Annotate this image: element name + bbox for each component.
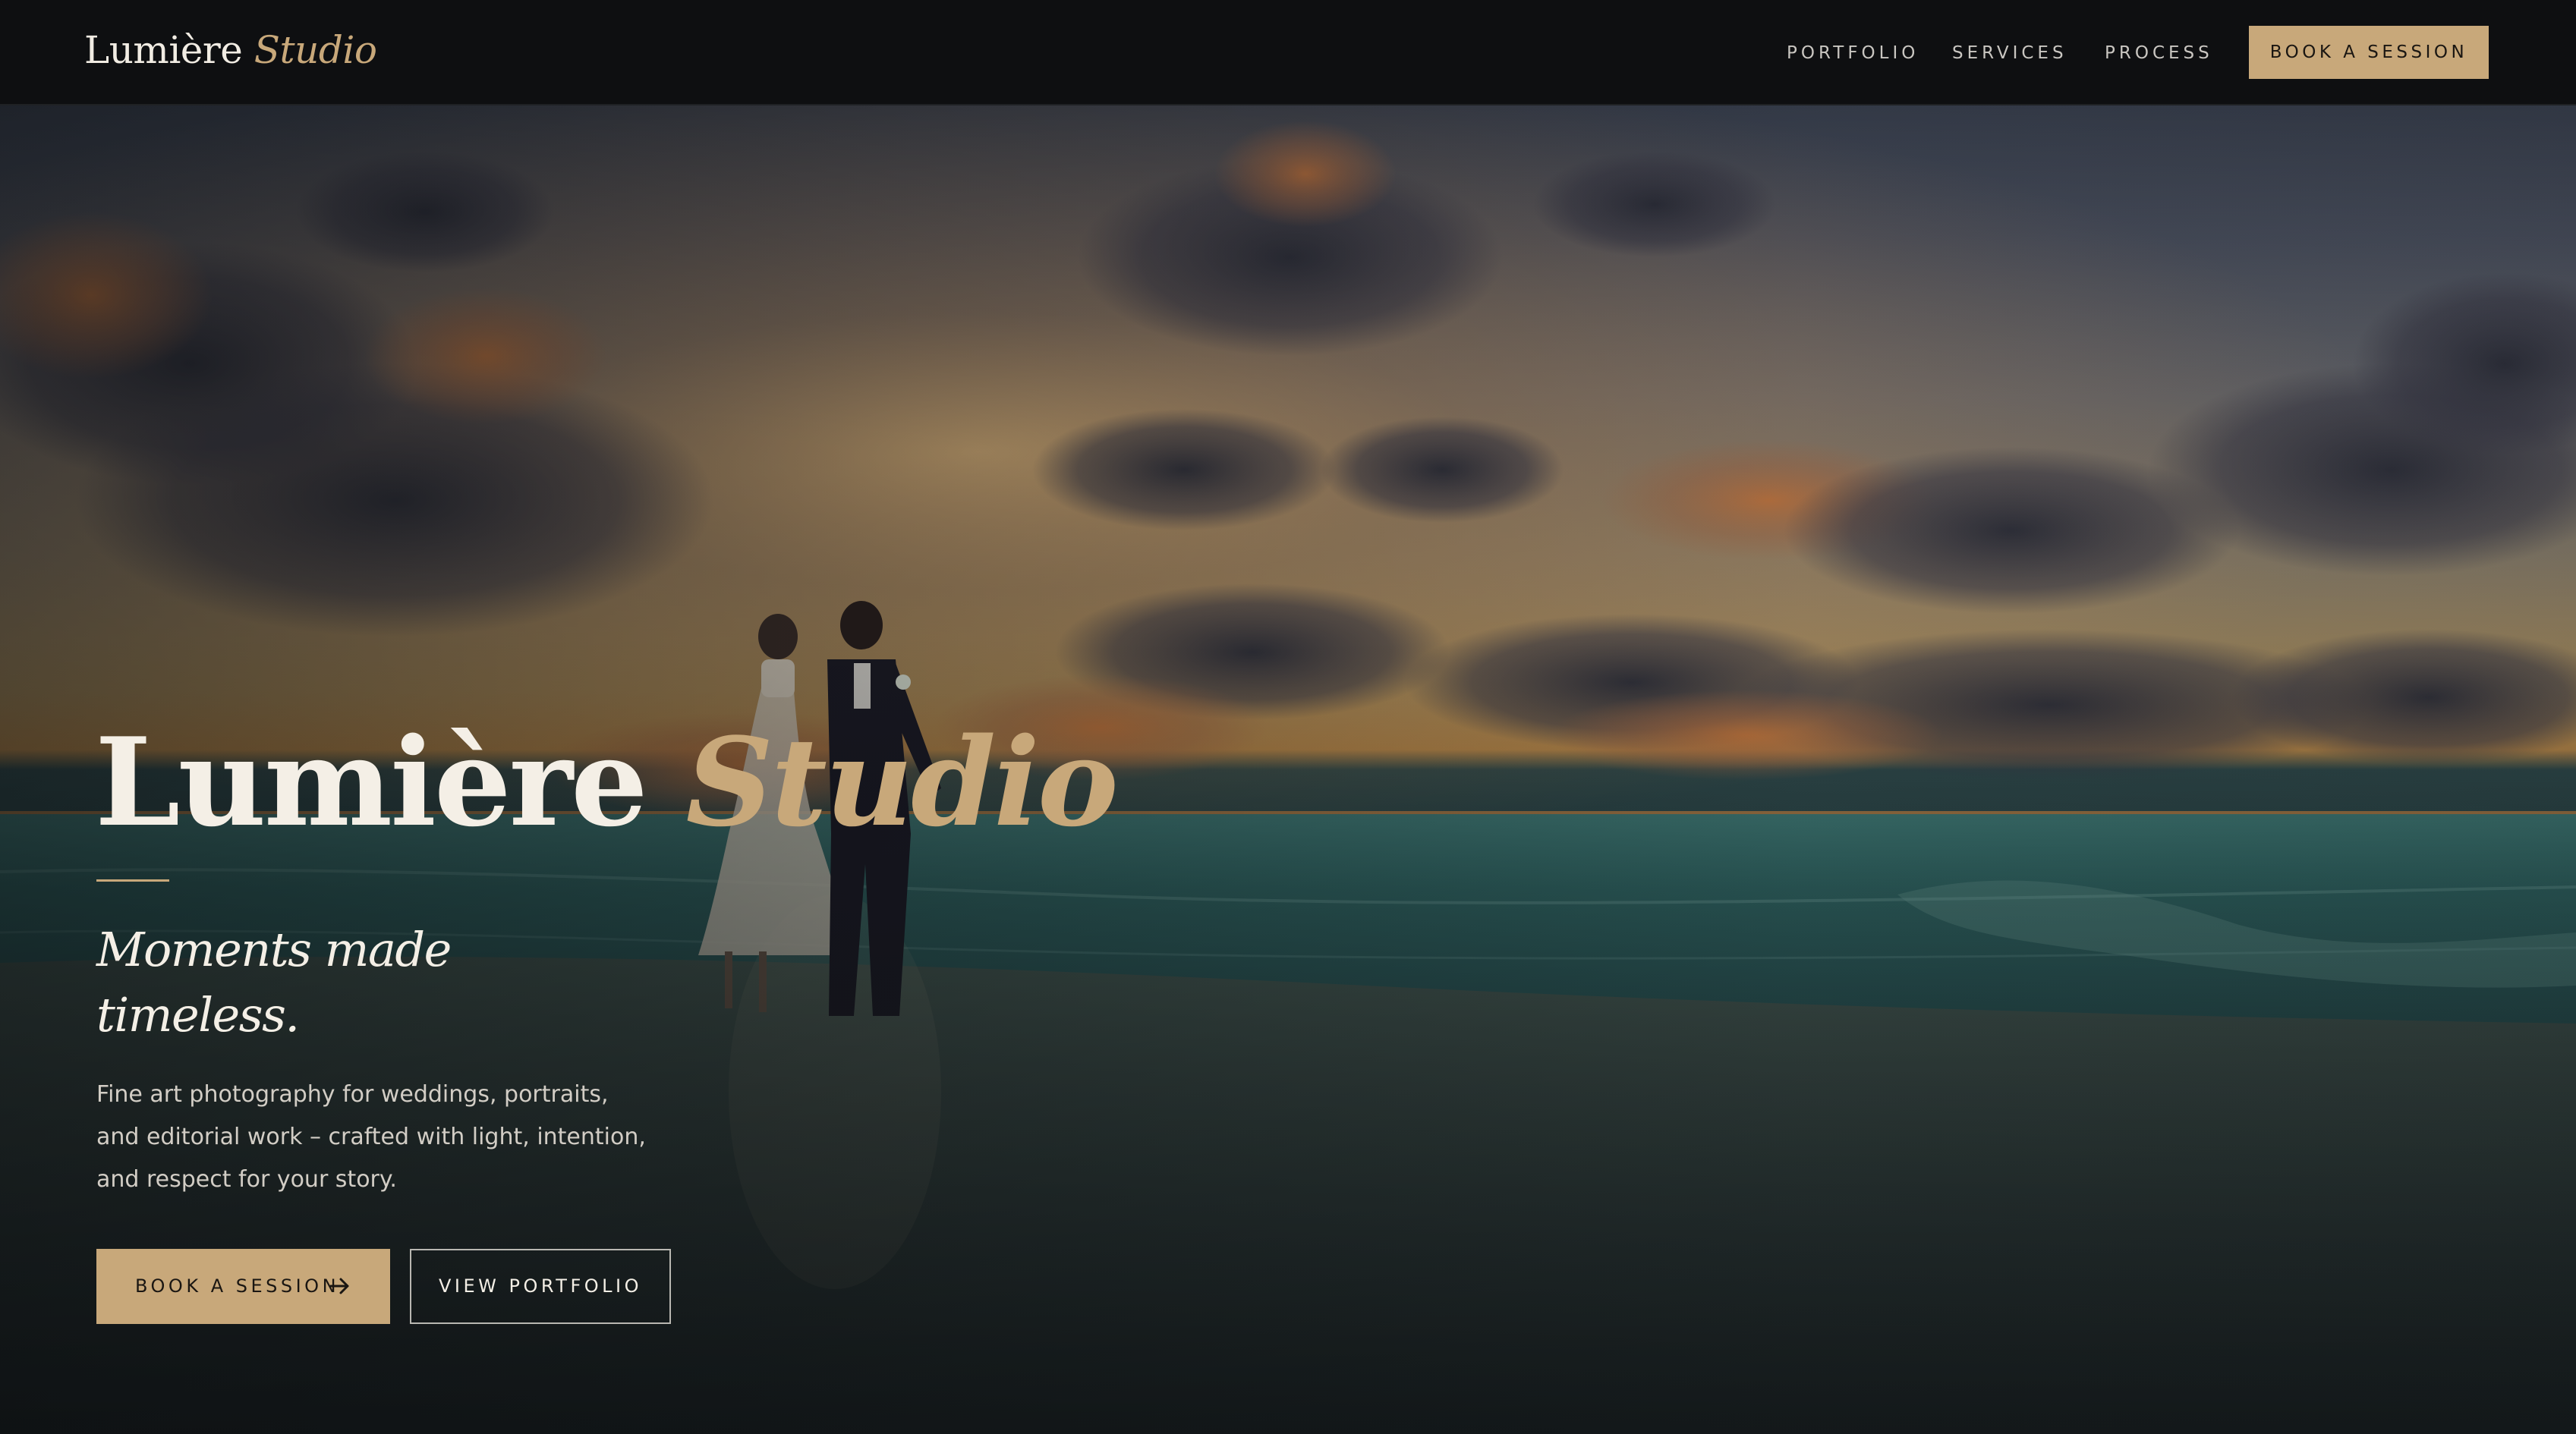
brand-logo[interactable]: Lumière Studio [84,26,377,74]
brand-accent: Studio [254,28,377,72]
nav-link-services[interactable]: SERVICES [1952,38,2067,68]
hero-tagline-line2: timeless. [96,987,300,1042]
hero-description: Fine art photography for weddings, portr… [96,1081,646,1193]
hero-book-session-label: BOOK A SESSION [135,1275,340,1297]
hero-book-session-button[interactable]: BOOK A SESSION [96,1249,390,1324]
hero-divider [96,879,169,882]
nav-book-session-button[interactable]: BOOK A SESSION [2249,26,2489,79]
hero-view-portfolio-button[interactable]: VIEW PORTFOLIO [410,1249,671,1324]
nav-link-process[interactable]: PROCESS [2105,38,2213,68]
hero-title-main: Lumière [95,711,648,854]
nav-link-portfolio[interactable]: PORTFOLIO [1787,38,1919,68]
hero-tagline: Moments made timeless. [96,917,491,1048]
brand-name: Lumière [84,28,243,72]
hero-tagline-line1: Moments made [96,922,452,977]
hero-title-accent: Studio [685,711,1119,854]
arrow-right-icon [329,1278,349,1294]
hero-title: Lumière Studio [95,711,1119,854]
hero-section: Lumière Studio Moments made timeless. Fi… [0,105,2576,1434]
site-header: Lumière Studio PORTFOLIO SERVICES PROCES… [0,0,2576,105]
